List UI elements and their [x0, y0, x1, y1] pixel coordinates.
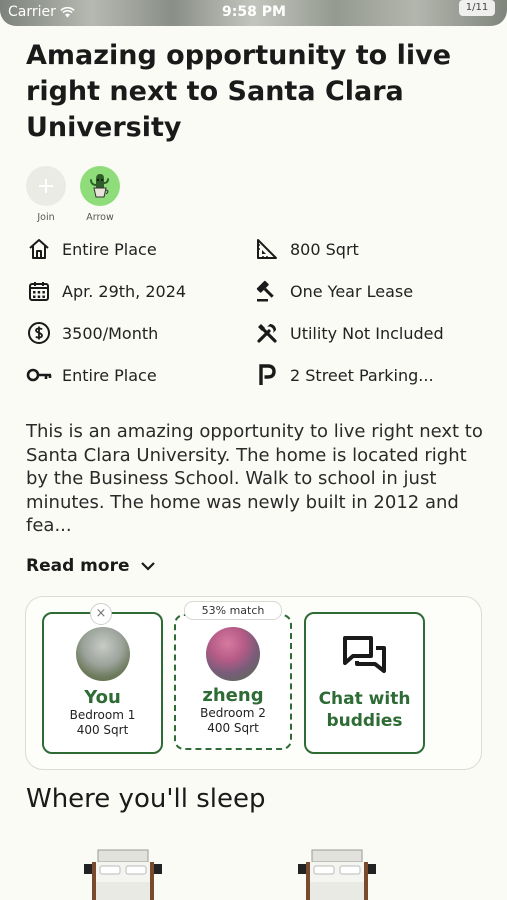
carrier-label: Carrier — [8, 4, 56, 20]
detail-utilities: Utility Not Included — [254, 320, 444, 346]
home-icon — [26, 236, 52, 262]
listing-title: Amazing opportunity to live right next t… — [26, 40, 452, 143]
join-member[interactable]: Join — [26, 166, 66, 223]
detail-move-in-label: Apr. 29th, 2024 — [62, 281, 187, 301]
zheng-avatar — [206, 627, 260, 681]
join-label: Join — [37, 212, 55, 223]
chat-with-buddies-label: Chat with buddies — [318, 689, 411, 731]
detail-parking-label: 2 Street Parking... — [290, 365, 434, 385]
status-time: 9:58 PM — [222, 4, 286, 20]
ruler-triangle-icon — [254, 236, 280, 262]
gavel-icon — [254, 278, 280, 304]
chat-bubbles-icon — [342, 636, 386, 673]
room-slot-match[interactable]: zheng Bedroom 2 400 Sqrt — [174, 614, 292, 750]
member-arrow-label: Arrow — [86, 212, 114, 223]
detail-place-type-label: Entire Place — [62, 239, 157, 259]
room-match-bedroom: Bedroom 2 — [200, 706, 266, 720]
member-row: Join Arrow — [26, 166, 120, 223]
bed-illustration-1 — [84, 849, 162, 900]
plus-icon[interactable] — [26, 166, 66, 206]
you-avatar — [75, 627, 130, 681]
detail-access: Entire Place — [26, 362, 157, 388]
room-slot-you[interactable]: You Bedroom 1 400 Sqrt — [42, 612, 163, 754]
detail-place-type: Entire Place — [26, 236, 157, 262]
listing-detail-screen: Carrier 9:58 PM 1/11 Amazing opportunity… — [0, 0, 507, 900]
room-match-name: zheng — [202, 685, 264, 706]
read-more-button[interactable]: Read more — [26, 556, 156, 576]
key-icon — [26, 362, 52, 388]
match-badge: 53% match — [184, 601, 282, 620]
bed-illustration-2 — [298, 849, 376, 900]
tools-icon — [254, 320, 280, 346]
detail-parking: 2 Street Parking... — [254, 362, 434, 388]
room-match-size: 400 Sqrt — [207, 721, 259, 735]
room-you-name: You — [84, 687, 121, 708]
cactus-avatar[interactable] — [80, 166, 120, 206]
where-you-sleep-heading: Where you'll sleep — [26, 784, 266, 814]
detail-move-in: Apr. 29th, 2024 — [26, 278, 186, 304]
photo-pager-badge: 1/11 — [459, 0, 495, 16]
room-you-bedroom: Bedroom 1 — [69, 708, 136, 722]
carrier-indicator: Carrier — [8, 4, 75, 20]
listing-description: This is an amazing opportunity to live r… — [26, 421, 483, 536]
detail-utilities-label: Utility Not Included — [290, 323, 444, 343]
member-arrow[interactable]: Arrow — [80, 166, 120, 223]
wifi-icon — [60, 6, 75, 17]
status-bar: Carrier 9:58 PM 1/11 — [0, 0, 507, 26]
detail-price: 3500/Month — [26, 320, 158, 346]
read-more-label: Read more — [26, 556, 130, 576]
calendar-icon — [26, 278, 52, 304]
room-you-size: 400 Sqrt — [76, 723, 129, 737]
detail-size: 800 Sqrt — [254, 236, 359, 262]
remove-you-button[interactable]: × — [90, 603, 112, 625]
detail-size-label: 800 Sqrt — [290, 239, 359, 259]
parking-icon — [254, 362, 280, 388]
detail-lease: One Year Lease — [254, 278, 413, 304]
detail-access-label: Entire Place — [62, 365, 157, 385]
detail-lease-label: One Year Lease — [290, 281, 414, 301]
chat-with-buddies-button[interactable]: Chat with buddies — [304, 612, 425, 754]
dollar-circle-icon — [26, 320, 52, 346]
detail-price-label: 3500/Month — [62, 323, 159, 343]
chevron-down-icon — [140, 562, 155, 571]
